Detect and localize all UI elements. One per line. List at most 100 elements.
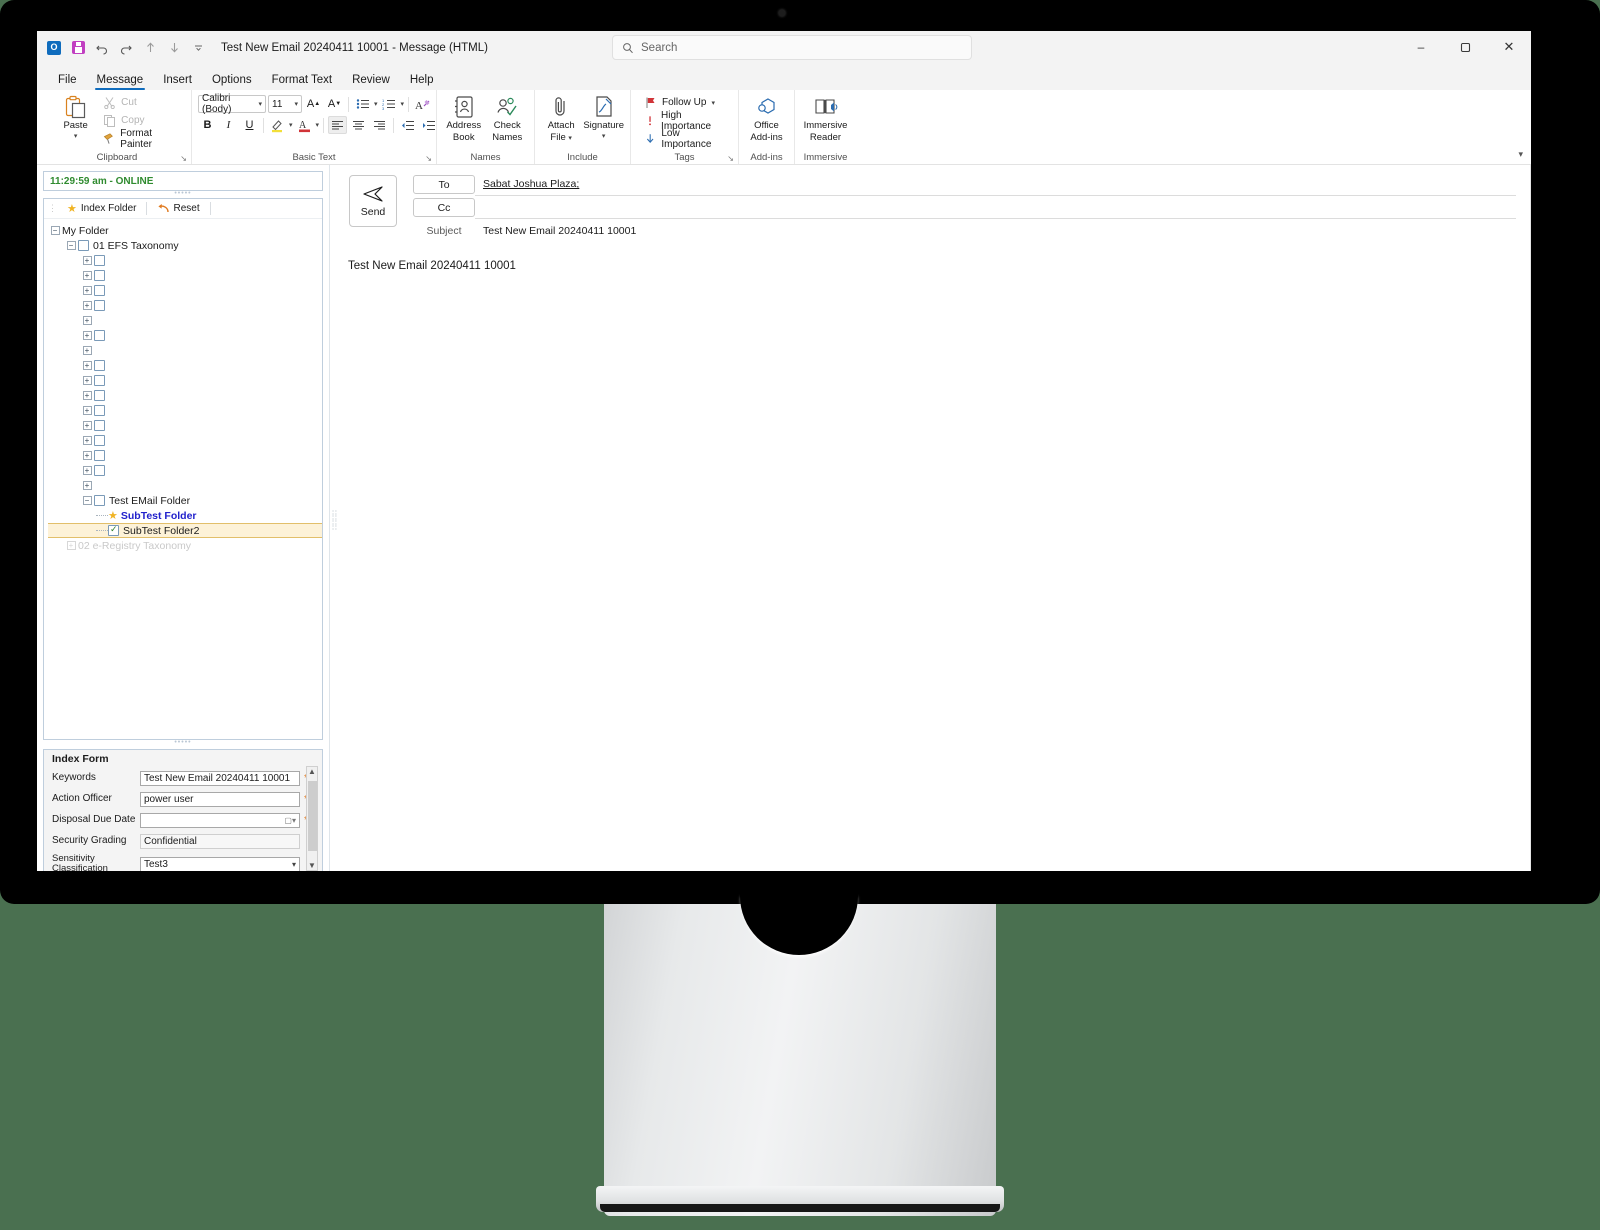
tree-node-redacted[interactable]: +	[48, 448, 322, 463]
tab-help[interactable]: Help	[401, 72, 443, 90]
address-book-button[interactable]: Address Book	[443, 92, 485, 143]
attach-file-button[interactable]: Attach File ▾	[541, 92, 581, 143]
low-importance-button[interactable]: Low Importance	[641, 128, 732, 150]
follow-up-chevron-down-icon[interactable]: ▾	[711, 99, 715, 107]
tree-node-redacted[interactable]: +	[48, 388, 322, 403]
index-form-field-input[interactable]: ▢▾	[140, 813, 300, 828]
tab-file[interactable]: File	[49, 72, 86, 90]
calendar-dropdown-icon[interactable]: ▢▾	[284, 816, 296, 825]
index-folder-button[interactable]: ★ Index Folder	[63, 201, 140, 216]
tree-node-redacted[interactable]: +	[48, 343, 322, 358]
tree-node-redacted[interactable]: +	[48, 358, 322, 373]
outlook-icon[interactable]: O	[43, 37, 65, 59]
tree-node-checkbox[interactable]	[94, 285, 105, 296]
tree-node-test-email-folder[interactable]: − Test EMail Folder	[48, 493, 322, 508]
chevron-down-icon[interactable]: ▾	[292, 860, 296, 869]
previous-item-icon[interactable]	[139, 37, 161, 59]
ribbon-collapse-chevron-down-icon[interactable]: ▾	[1518, 149, 1523, 160]
expander-icon[interactable]: +	[80, 451, 94, 460]
tree-node-redacted[interactable]: +	[48, 253, 322, 268]
clipboard-dialog-launcher-icon[interactable]: ↘	[180, 154, 187, 163]
scroll-down-icon[interactable]: ▼	[308, 861, 316, 870]
tree-node-redacted[interactable]: +	[48, 403, 322, 418]
expander-icon[interactable]: +	[80, 316, 94, 325]
tree-node-checkbox[interactable]	[94, 255, 105, 266]
bullets-button[interactable]	[353, 95, 372, 113]
check-names-button[interactable]: Check Names	[487, 92, 529, 143]
italic-button[interactable]: I	[219, 116, 238, 134]
expander-icon[interactable]: +	[80, 391, 94, 400]
next-item-icon[interactable]	[163, 37, 185, 59]
tree-node-redacted[interactable]: +	[48, 373, 322, 388]
decrease-indent-button[interactable]	[398, 116, 417, 134]
tree-node-subtest-folder[interactable]: ★ SubTest Folder	[48, 508, 322, 523]
undo-icon[interactable]	[91, 37, 113, 59]
expander-icon[interactable]: +	[80, 361, 94, 370]
immersive-reader-button[interactable]: Immersive Reader	[801, 92, 850, 143]
expander-icon[interactable]: −	[64, 241, 78, 250]
tree-node-redacted[interactable]: +	[48, 478, 322, 493]
tree-node-checkbox[interactable]	[94, 450, 105, 461]
signature-button[interactable]: Signature ▾	[583, 92, 624, 140]
expander-icon[interactable]: +	[80, 271, 94, 280]
format-painter-button[interactable]: Format Painter	[100, 128, 185, 150]
signature-chevron-down-icon[interactable]: ▾	[602, 133, 606, 141]
expander-icon[interactable]: +	[80, 376, 94, 385]
expander-icon[interactable]: +	[80, 256, 94, 265]
scroll-up-icon[interactable]: ▲	[308, 767, 316, 776]
tree-node-my-folder[interactable]: − My Folder	[48, 223, 322, 238]
index-form-field-input[interactable]: Test3 ▾	[140, 856, 300, 871]
send-button[interactable]: Send	[349, 175, 397, 227]
font-color-chevron-down-icon[interactable]: ▾	[316, 121, 320, 129]
align-right-button[interactable]	[370, 116, 389, 134]
tree-node-checkbox[interactable]	[94, 405, 105, 416]
reset-button[interactable]: Reset	[153, 202, 203, 215]
expander-icon[interactable]: +	[80, 481, 94, 490]
tab-options[interactable]: Options	[203, 72, 261, 90]
office-addins-button[interactable]: Office Add-ins	[745, 92, 788, 143]
index-form-field-input[interactable]: Confidential	[140, 834, 300, 849]
expander-icon[interactable]: +	[80, 331, 94, 340]
redo-icon[interactable]	[115, 37, 137, 59]
numbering-button[interactable]: 123	[380, 95, 399, 113]
cc-button[interactable]: Cc	[413, 198, 475, 217]
scrollbar-thumb[interactable]	[308, 781, 317, 851]
tree-node-redacted[interactable]: +	[48, 298, 322, 313]
follow-up-button[interactable]: Follow Up ▾	[641, 94, 732, 111]
clear-formatting-button[interactable]: A	[413, 95, 432, 113]
tree-node-eregistry-taxonomy[interactable]: + 02 e-Registry Taxonomy	[48, 538, 322, 553]
expander-icon[interactable]: +	[80, 421, 94, 430]
tree-node-checkbox[interactable]	[94, 330, 105, 341]
tree-node-redacted[interactable]: +	[48, 433, 322, 448]
pane-splitter[interactable]: ∷ ∷ ∷ ∷	[329, 165, 339, 871]
align-center-button[interactable]	[349, 116, 368, 134]
expander-icon[interactable]: +	[64, 541, 78, 550]
font-color-button[interactable]: A	[295, 116, 314, 134]
grow-font-button[interactable]: A ▲	[304, 95, 323, 113]
customize-qat-icon[interactable]	[187, 37, 209, 59]
tree-node-redacted[interactable]: +	[48, 418, 322, 433]
tab-review[interactable]: Review	[343, 72, 399, 90]
form-resize-grip[interactable]: •••••	[43, 739, 323, 747]
tab-message[interactable]: Message	[88, 72, 153, 90]
to-button[interactable]: To	[413, 175, 475, 194]
tree-node-checkbox[interactable]	[94, 495, 105, 506]
numbering-chevron-down-icon[interactable]: ▾	[401, 100, 405, 108]
expander-icon[interactable]: +	[80, 436, 94, 445]
bullets-chevron-down-icon[interactable]: ▾	[374, 100, 378, 108]
panel-resize-grip[interactable]: •••••	[43, 190, 323, 198]
highlight-chevron-down-icon[interactable]: ▾	[289, 121, 293, 129]
underline-button[interactable]: U	[240, 116, 259, 134]
tree-node-subtest-folder2[interactable]: SubTest Folder2	[48, 523, 322, 538]
paste-button[interactable]: Paste ▾	[53, 92, 98, 140]
minimize-button[interactable]: –	[1399, 31, 1443, 63]
expander-icon[interactable]: +	[80, 346, 94, 355]
basic-text-dialog-launcher-icon[interactable]: ↘	[425, 154, 432, 163]
high-importance-button[interactable]: High Importance	[641, 110, 732, 132]
subject-input[interactable]: Test New Email 20240411 10001	[475, 220, 1516, 242]
tree-node-checkbox[interactable]	[94, 435, 105, 446]
search-input[interactable]: Search	[612, 35, 972, 60]
index-form-scrollbar[interactable]: ▲ ▼	[306, 766, 318, 871]
tree-node-redacted[interactable]: +	[48, 283, 322, 298]
tree-node-redacted[interactable]: +	[48, 463, 322, 478]
